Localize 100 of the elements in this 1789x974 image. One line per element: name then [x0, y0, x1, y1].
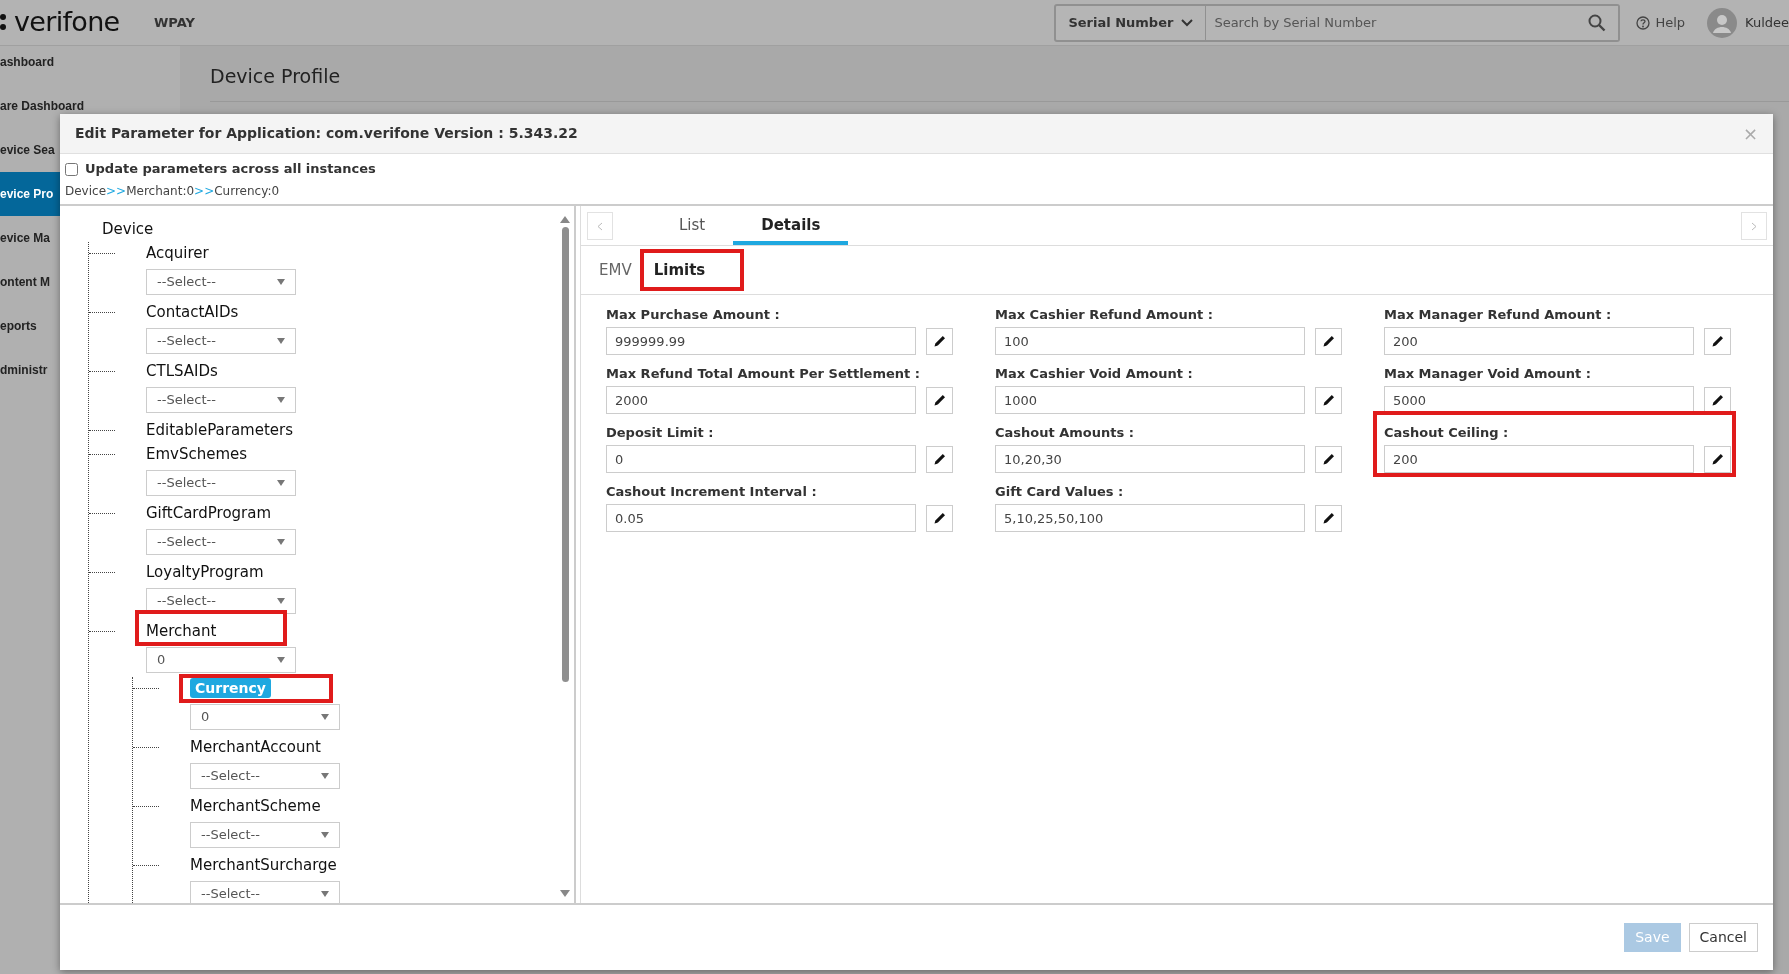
- tree-node[interactable]: Device: [102, 218, 154, 240]
- tree-node[interactable]: MerchantSurcharge: [190, 854, 337, 876]
- page-title: Device Profile: [210, 65, 341, 87]
- edit-button[interactable]: [926, 504, 953, 532]
- tab[interactable]: List: [651, 206, 734, 245]
- select-dropdown[interactable]: --Select--: [190, 763, 340, 789]
- select-dropdown[interactable]: --Select--: [146, 387, 296, 413]
- edit-button[interactable]: [1704, 386, 1731, 414]
- edit-button[interactable]: [1315, 327, 1342, 355]
- tree-node[interactable]: EditableParameters: [146, 419, 293, 441]
- scroll-up-icon: [560, 216, 570, 223]
- edit-button[interactable]: [1315, 504, 1342, 532]
- field-label: Max Refund Total Amount Per Settlement :: [606, 365, 921, 382]
- select-dropdown[interactable]: --Select--: [146, 328, 296, 354]
- sidebar-item[interactable]: ashboard: [0, 40, 180, 84]
- pencil-icon: [1710, 393, 1725, 407]
- input-field[interactable]: 5,10,25,50,100: [995, 504, 1305, 532]
- tab[interactable]: Details: [733, 206, 849, 245]
- field-label: Cashout Ceiling :: [1384, 424, 1510, 441]
- breadcrumb-separator: >>: [194, 183, 215, 200]
- caret-icon: [277, 338, 285, 344]
- user-name[interactable]: Kuldee: [1745, 12, 1789, 33]
- edit-button[interactable]: [1315, 386, 1342, 414]
- breadcrumb-link[interactable]: Device: [65, 182, 107, 200]
- caret-icon: [277, 598, 285, 604]
- input-field[interactable]: 1000: [995, 386, 1305, 414]
- field-label: Max Cashier Refund Amount :: [995, 306, 1214, 323]
- scroll-down-icon: [560, 890, 570, 897]
- tree-node[interactable]: Merchant: [146, 620, 217, 642]
- tree-node[interactable]: MerchantScheme: [190, 795, 321, 817]
- input-field[interactable]: 0.05: [606, 504, 916, 532]
- input-field[interactable]: 100: [995, 327, 1305, 355]
- pencil-icon: [932, 393, 947, 407]
- caret-icon: [321, 714, 329, 720]
- field-label: Deposit Limit :: [606, 424, 715, 441]
- help-icon: [1636, 15, 1651, 30]
- select-dropdown[interactable]: --Select--: [190, 822, 340, 848]
- field-label: Max Purchase Amount :: [606, 306, 781, 323]
- pencil-icon: [932, 511, 947, 525]
- app-name: WPAY: [154, 13, 195, 32]
- pencil-icon: [1710, 334, 1725, 348]
- chevron-left-icon: [597, 221, 603, 231]
- pencil-icon: [1710, 452, 1725, 466]
- pencil-icon: [1321, 452, 1336, 466]
- edit-button[interactable]: [926, 327, 953, 355]
- input-field[interactable]: 999999.99: [606, 327, 916, 355]
- tree-node[interactable]: LoyaltyProgram: [146, 561, 264, 583]
- breadcrumb-link[interactable]: Currency:0: [214, 182, 280, 200]
- pencil-icon: [1321, 393, 1336, 407]
- caret-icon: [277, 480, 285, 486]
- tree-node[interactable]: EmvSchemes: [146, 443, 248, 465]
- input-field[interactable]: 0: [606, 445, 916, 473]
- update-checkbox[interactable]: [65, 162, 78, 176]
- caret-icon: [321, 891, 329, 897]
- edit-button[interactable]: [926, 386, 953, 414]
- subtab[interactable]: Limits: [645, 255, 714, 285]
- field-label: Max Manager Void Amount :: [1384, 365, 1592, 382]
- field-label: Gift Card Values :: [995, 483, 1125, 500]
- pencil-icon: [1321, 334, 1336, 348]
- caret-icon: [277, 539, 285, 545]
- input-field[interactable]: 200: [1384, 445, 1694, 473]
- edit-button[interactable]: [1704, 327, 1731, 355]
- user-avatar-icon: [1707, 7, 1737, 38]
- field-label: Cashout Amounts :: [995, 424, 1135, 441]
- tree-node[interactable]: CTLSAIDs: [146, 360, 218, 382]
- select-dropdown[interactable]: --Select--: [190, 881, 340, 903]
- caret-icon: [321, 773, 329, 779]
- subtab[interactable]: EMV: [591, 255, 640, 285]
- tree-node[interactable]: GiftCardProgram: [146, 502, 272, 524]
- logo-text: verifone: [14, 5, 120, 40]
- pencil-icon: [932, 334, 947, 348]
- field-label: Max Cashier Void Amount :: [995, 365, 1194, 382]
- select-dropdown[interactable]: --Select--: [146, 529, 296, 555]
- scrollbar-thumb[interactable]: [561, 227, 569, 682]
- select-dropdown[interactable]: 0: [146, 647, 296, 673]
- edit-button[interactable]: [1315, 445, 1342, 473]
- breadcrumb-link[interactable]: Merchant:0: [126, 182, 195, 200]
- field-label: Cashout Increment Interval :: [606, 483, 818, 500]
- input-field[interactable]: 10,20,30: [995, 445, 1305, 473]
- caret-icon: [321, 832, 329, 838]
- input-field[interactable]: 2000: [606, 386, 916, 414]
- tree-node[interactable]: Acquirer: [146, 242, 209, 264]
- field-label: Max Manager Refund Amount :: [1384, 306, 1613, 323]
- input-field[interactable]: 200: [1384, 327, 1694, 355]
- tree-node[interactable]: MerchantAccount: [190, 736, 321, 758]
- select-dropdown[interactable]: 0: [190, 704, 340, 730]
- cancel-button[interactable]: Cancel: [1688, 923, 1758, 952]
- help-link[interactable]: Help: [1636, 12, 1685, 33]
- pencil-icon: [1321, 511, 1336, 525]
- dialog-title: Edit Parameter for Application: com.verifone Version : 5.343.22: [75, 124, 578, 143]
- checkbox-label: Update parameters across all instances: [85, 160, 376, 179]
- breadcrumb-separator: >>: [106, 183, 127, 200]
- caret-icon: [277, 397, 285, 403]
- tree-node[interactable]: ContactAIDs: [146, 301, 239, 323]
- edit-button[interactable]: [926, 445, 953, 473]
- input-field[interactable]: 5000: [1384, 386, 1694, 414]
- edit-button[interactable]: [1704, 445, 1731, 473]
- select-dropdown[interactable]: --Select--: [146, 470, 296, 496]
- select-dropdown[interactable]: --Select--: [146, 269, 296, 295]
- caret-icon: [277, 657, 285, 663]
